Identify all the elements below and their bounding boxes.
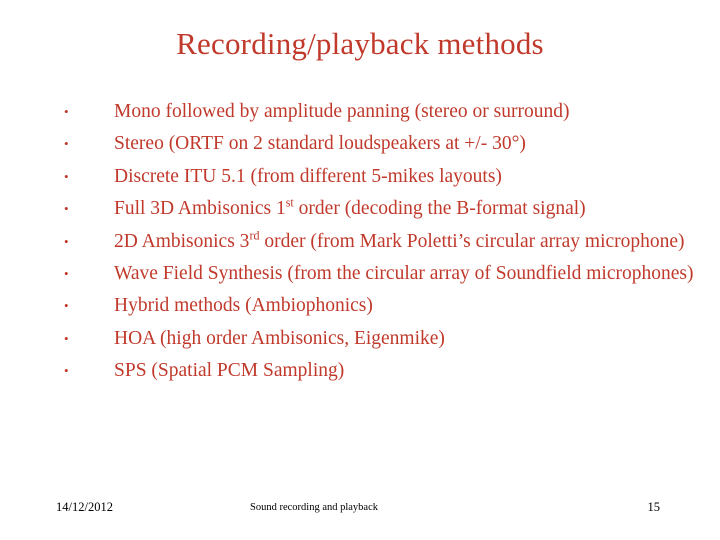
footer-date: 14/12/2012 bbox=[56, 500, 113, 514]
bullet-icon: • bbox=[64, 298, 69, 314]
list-item-text-rest: order (from Mark Poletti’s circular arra… bbox=[259, 230, 685, 252]
slide: Recording/playback methods • Mono follow… bbox=[0, 0, 720, 540]
bullet-list-container: • Mono followed by amplitude panning (st… bbox=[56, 96, 704, 388]
list-item-text-rest: order (decoding the B-format signal) bbox=[293, 198, 586, 220]
bullet-icon: • bbox=[64, 330, 69, 346]
list-item-text-base: Full 3D Ambisonics 1 bbox=[114, 198, 286, 220]
page-title: Recording/playback methods bbox=[176, 26, 544, 61]
bullet-icon: • bbox=[64, 136, 69, 152]
list-item-text-base: 2D Ambisonics 3 bbox=[114, 230, 250, 252]
list-item-label: Wave Field Synthesis (from the circular … bbox=[114, 263, 694, 285]
list-item-label: Discrete ITU 5.1 (from different 5-mikes… bbox=[114, 165, 502, 187]
bullet-icon: • bbox=[64, 266, 69, 282]
list-item: • Mono followed by amplitude panning (st… bbox=[56, 96, 704, 128]
footer-page-number: 15 bbox=[647, 500, 661, 514]
list-item-label: HOA (high order Ambisonics, Eigenmike) bbox=[114, 327, 445, 349]
list-item: • Stereo (ORTF on 2 standard loudspeaker… bbox=[56, 128, 704, 160]
bullet-icon: • bbox=[64, 104, 69, 119]
list-item: • Hybrid methods (Ambiophonics) bbox=[56, 290, 704, 322]
footer-title: Sound recording and playback bbox=[250, 502, 379, 513]
list-item: • Discrete ITU 5.1 (from different 5-mik… bbox=[56, 161, 704, 193]
bullet-icon: • bbox=[64, 233, 69, 249]
list-item-label: Stereo (ORTF on 2 standard loudspeakers … bbox=[114, 133, 526, 155]
list-item: • Full 3D Ambisonics 1st order (decoding… bbox=[56, 193, 704, 225]
list-item-label: Hybrid methods (Ambiophonics) bbox=[114, 295, 373, 317]
list-item: • 2D Ambisonics 3rd order (from Mark Pol… bbox=[56, 226, 704, 258]
bullet-list: • Mono followed by amplitude panning (st… bbox=[56, 96, 704, 388]
list-item-label: 2D Ambisonics 3rd order (from Mark Polet… bbox=[114, 228, 685, 252]
list-item-label: Mono followed by amplitude panning (ster… bbox=[114, 101, 570, 122]
bullet-icon: • bbox=[64, 201, 69, 217]
ordinal-superscript: rd bbox=[249, 228, 260, 243]
bullet-icon: • bbox=[64, 168, 69, 184]
list-item: • SPS (Spatial PCM Sampling) bbox=[56, 355, 704, 387]
slide-footer: 14/12/2012 Sound recording and playback … bbox=[0, 500, 720, 530]
ordinal-superscript: st bbox=[285, 195, 294, 210]
list-item: • Wave Field Synthesis (from the circula… bbox=[56, 258, 704, 290]
bullet-icon: • bbox=[64, 363, 69, 379]
list-item-label: SPS (Spatial PCM Sampling) bbox=[114, 360, 345, 382]
list-item: • HOA (high order Ambisonics, Eigenmike) bbox=[56, 323, 704, 355]
list-item-label: Full 3D Ambisonics 1st order (decoding t… bbox=[114, 195, 586, 220]
